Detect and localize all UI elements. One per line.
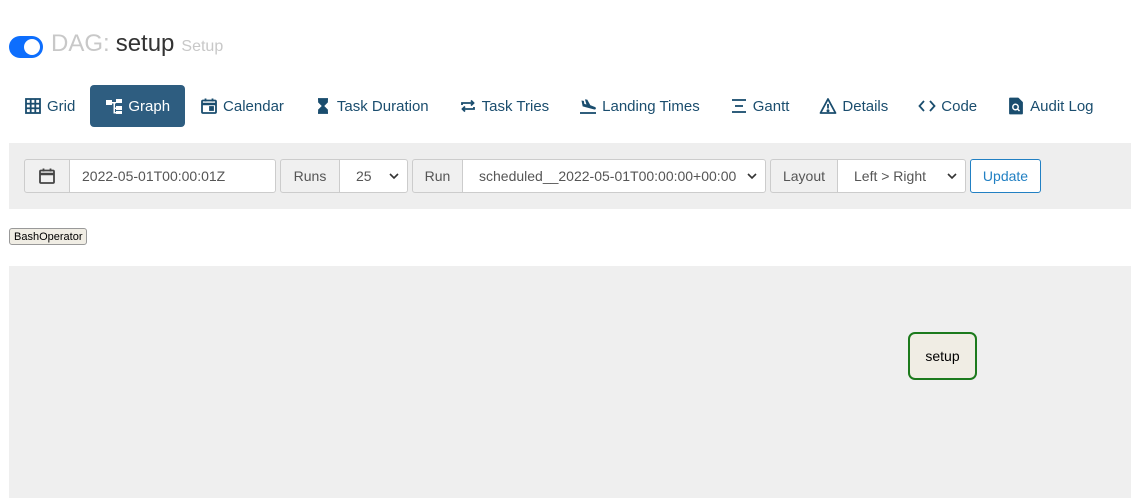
runs-label: Runs: [280, 159, 340, 193]
tab-label: Grid: [47, 97, 76, 115]
tab-audit-log[interactable]: Audit Log: [992, 85, 1108, 127]
tab-graph[interactable]: Graph: [90, 85, 186, 127]
tab-task-duration[interactable]: Task Duration: [299, 85, 444, 127]
layout-label: Layout: [770, 159, 838, 193]
run-select[interactable]: scheduled__2022-05-01T00:00:00+00:00: [462, 159, 766, 193]
code-icon: [918, 100, 936, 112]
audit-log-icon: [1009, 97, 1024, 115]
tab-label: Landing Times: [602, 97, 700, 115]
toggle-knob: [24, 39, 40, 55]
run-label: Run: [412, 159, 463, 193]
retry-icon: [460, 99, 475, 113]
calendar-icon: [201, 98, 217, 114]
layout-value: Left > Right: [854, 168, 926, 184]
update-button[interactable]: Update: [970, 159, 1041, 193]
chevron-down-icon: [389, 173, 399, 180]
dag-graph-canvas[interactable]: setup: [9, 266, 1131, 498]
dag-description: Setup: [181, 38, 224, 55]
tab-label: Details: [842, 97, 889, 115]
tab-details[interactable]: Details: [804, 85, 903, 127]
tab-calendar[interactable]: Calendar: [185, 85, 299, 127]
hourglass-icon: [317, 98, 328, 114]
warning-icon: [820, 98, 837, 114]
dag-id: setup: [115, 30, 175, 57]
tab-label: Gantt: [752, 97, 790, 115]
task-node-setup[interactable]: setup: [908, 332, 977, 380]
chevron-down-icon: [947, 173, 957, 180]
grid-icon: [25, 98, 41, 114]
layout-select[interactable]: Left > Right: [837, 159, 966, 193]
calendar-icon: [39, 168, 55, 184]
runs-value: 25: [356, 168, 372, 184]
tab-label: Code: [941, 97, 978, 115]
tab-gantt[interactable]: Gantt: [715, 85, 805, 127]
tab-label: Audit Log: [1030, 97, 1094, 115]
plane-landing-icon: [580, 99, 597, 114]
tab-landing-times[interactable]: Landing Times: [564, 85, 715, 127]
dag-prefix: DAG:: [51, 30, 110, 57]
base-date-input[interactable]: 2022-05-01T00:00:01Z: [69, 159, 276, 193]
tab-grid[interactable]: Grid: [9, 85, 90, 127]
graph-toolbar: 2022-05-01T00:00:01Z Runs 25 Run schedul…: [9, 143, 1131, 209]
dag-header: DAG: setup Setup: [9, 30, 223, 58]
runs-select[interactable]: 25: [339, 159, 408, 193]
tab-label: Task Tries: [481, 97, 550, 115]
tab-code[interactable]: Code: [903, 85, 992, 127]
tab-task-tries[interactable]: Task Tries: [444, 85, 565, 127]
run-value: scheduled__2022-05-01T00:00:00+00:00: [479, 168, 737, 184]
tab-label: Calendar: [223, 97, 284, 115]
chevron-down-icon: [747, 173, 757, 180]
tab-label: Task Duration: [336, 97, 429, 115]
tab-label: Graph: [128, 97, 171, 115]
dag-view-tabs: Grid Graph Calendar Task Duration Task T…: [9, 85, 1109, 127]
operator-legend-bashoperator[interactable]: BashOperator: [9, 228, 88, 245]
graph-icon: [106, 99, 123, 114]
dag-pause-toggle[interactable]: [9, 36, 43, 58]
gantt-icon: [731, 99, 746, 113]
calendar-picker-button[interactable]: [24, 159, 70, 193]
